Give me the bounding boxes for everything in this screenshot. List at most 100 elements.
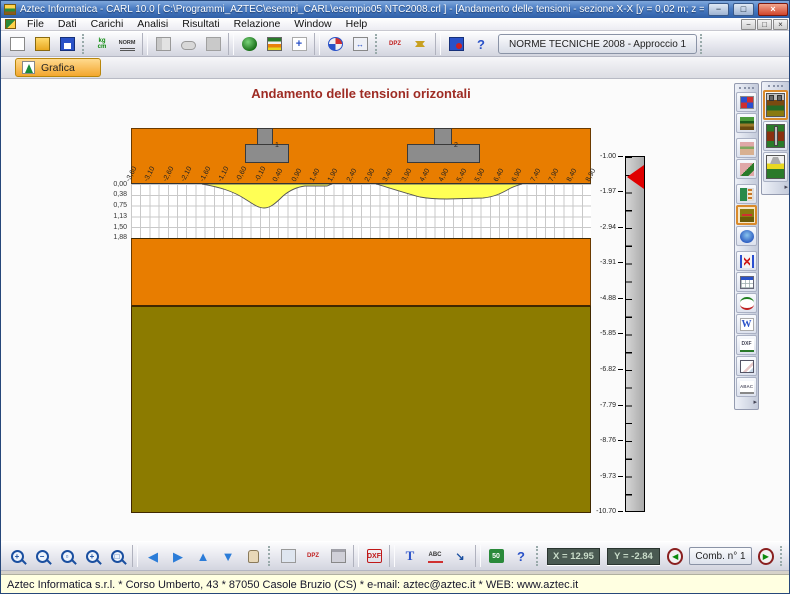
tool-water-table[interactable] [736, 226, 757, 246]
dpz-display-button[interactable]: DPZ [383, 33, 407, 55]
view-plinth-model[interactable] [763, 90, 788, 120]
tool-word-export[interactable]: W [736, 314, 757, 334]
measure-button[interactable]: ↔ [348, 33, 372, 55]
save-file-button[interactable] [55, 33, 79, 55]
menu-item[interactable]: Relazione [227, 18, 288, 31]
dxf-export-button[interactable]: DXF [362, 545, 386, 567]
help-button-bottom[interactable]: ? [509, 545, 533, 567]
title-bar: Aztec Informatica - CARL 10.0 [ C:\Progr… [1, 1, 790, 18]
tool-results-table[interactable] [736, 272, 757, 292]
tool-chart-window[interactable] [736, 356, 757, 376]
scale-button[interactable]: 50 [484, 545, 508, 567]
print-preview-button[interactable] [276, 545, 300, 567]
render-button[interactable] [237, 33, 261, 55]
toolbar-separator [314, 33, 320, 55]
tool-abacus[interactable]: ABAC [736, 377, 757, 397]
tool-stress-map[interactable] [736, 205, 757, 225]
depth-pointer-icon[interactable] [627, 165, 644, 189]
mdi-window-controls: −□× [741, 19, 790, 30]
sidebar-grip [768, 85, 783, 88]
lower-soil-block [131, 306, 591, 513]
pan-down-button[interactable]: ▼ [216, 545, 240, 567]
zoom-out-button[interactable]: − [30, 545, 54, 567]
menu-item[interactable]: Carichi [84, 18, 131, 31]
tool-legend-colors[interactable] [736, 92, 757, 112]
units-button[interactable]: kgcm [90, 33, 114, 55]
chart-title: Andamento delle tensioni orizontali [131, 86, 591, 101]
dpz-view-button[interactable]: DPZ [301, 545, 325, 567]
menu-item[interactable]: Help [339, 18, 375, 31]
combination-selector[interactable]: Comb. n° 1 [689, 547, 751, 565]
norme-tecniche-combo[interactable]: NORME TECNICHE 2008 - Approccio 1 [498, 34, 697, 54]
menu-item[interactable]: Analisi [130, 18, 175, 31]
tab-grafica[interactable]: Grafica [15, 58, 101, 77]
layers-button[interactable] [262, 33, 286, 55]
tool-influence-curves[interactable] [736, 293, 757, 313]
sidebar-overflow-arrow[interactable]: ▸ [753, 398, 757, 406]
pan-right-button[interactable]: ▶ [166, 545, 190, 567]
toggle-button[interactable] [176, 33, 200, 55]
open-file-button[interactable] [30, 33, 54, 55]
combinations-button[interactable] [408, 33, 432, 55]
new-file-icon [10, 37, 25, 51]
pointer-tool-icon: ↘ [453, 549, 468, 563]
window-title: Aztec Informatica - CARL 10.0 [ C:\Progr… [20, 4, 704, 15]
spell-check-icon: ABC [428, 549, 443, 563]
compass-button[interactable] [323, 33, 347, 55]
tool-excavation[interactable] [736, 138, 757, 158]
units-kgcm-icon: kgcm [95, 37, 110, 51]
previous-combination-button[interactable]: ◀ [667, 548, 683, 565]
view-pile-model[interactable] [763, 121, 788, 151]
help-button[interactable]: ? [469, 33, 493, 55]
print-button[interactable] [326, 545, 350, 567]
toolbar-grip [82, 34, 87, 54]
mdi-control-button[interactable]: × [773, 19, 788, 30]
status-text: Aztec Informatica s.r.l. * Corso Umberto… [7, 579, 578, 591]
options-button[interactable] [201, 33, 225, 55]
main-toolbar: kgcm NORM + ↔ DPZ ? NORME TECNICHE 2008 … [1, 31, 790, 57]
menu-item[interactable]: Risultati [175, 18, 226, 31]
soil-layers-icon [267, 37, 282, 51]
text-tool-button[interactable]: T [398, 545, 422, 567]
mdi-control-button[interactable]: − [741, 19, 756, 30]
soil-tools-button[interactable] [151, 33, 175, 55]
middle-soil-band [131, 238, 591, 306]
save-report-button[interactable] [444, 33, 468, 55]
tool-dxf-curve[interactable]: DXF [736, 335, 757, 355]
pan-up-button[interactable]: ▲ [191, 545, 215, 567]
tool-section-cut[interactable] [736, 251, 757, 271]
toolbar-separator [353, 545, 359, 567]
tool-pile-spring[interactable] [736, 184, 757, 204]
pan-hand-button[interactable] [241, 545, 265, 567]
axis-button[interactable]: + [287, 33, 311, 55]
water-table-icon [740, 230, 754, 243]
pointer-tool-button[interactable]: ↘ [448, 545, 472, 567]
next-combination-button[interactable]: ▶ [758, 548, 774, 565]
new-file-button[interactable] [5, 33, 29, 55]
sidebar-overflow-arrow[interactable]: ▸ [784, 183, 788, 191]
minimize-button[interactable]: − [708, 3, 729, 16]
close-button[interactable]: × [758, 3, 788, 16]
tool-soil-wedge[interactable] [736, 159, 757, 179]
mdi-control-button[interactable]: □ [757, 19, 772, 30]
spell-check-button[interactable]: ABC [423, 545, 447, 567]
maximize-button[interactable]: □ [733, 3, 754, 16]
zoom-in-button[interactable]: + [5, 545, 29, 567]
menu-item[interactable]: Window [287, 18, 338, 31]
stress-curves [131, 184, 591, 238]
zoom-extents-button[interactable]: + [80, 545, 104, 567]
compass-icon [328, 37, 343, 51]
zoom-page-button[interactable]: ▫ [55, 545, 79, 567]
tool-soil-profile[interactable] [736, 113, 757, 133]
depth-ruler[interactable] [625, 156, 645, 512]
embankment-model-icon [766, 155, 785, 179]
stress-grid [131, 184, 591, 238]
pan-left-button[interactable]: ◀ [141, 545, 165, 567]
menu-item[interactable]: File [20, 18, 51, 31]
plinth-2-label: 2 [454, 142, 458, 149]
dpz-icon: DPZ [388, 37, 403, 51]
menu-item[interactable]: Dati [51, 18, 84, 31]
zoom-window-button[interactable]: □ [105, 545, 129, 567]
view-embankment-model[interactable] [763, 152, 788, 182]
norm-codes-button[interactable]: NORM [115, 33, 139, 55]
